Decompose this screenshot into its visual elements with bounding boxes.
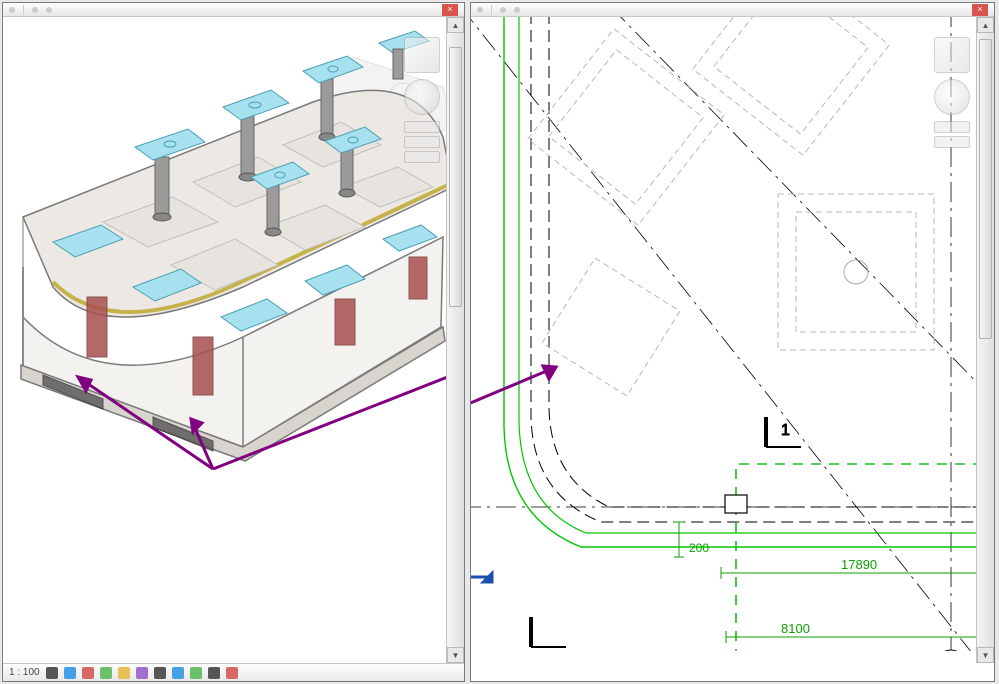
vertical-scrollbar[interactable]: ▲ ▼ [446,17,464,663]
tab-indicator [477,7,483,13]
icon[interactable] [190,667,202,679]
view-status-bar-left: 1 : 100 [3,663,464,681]
tab-indicator [9,7,15,13]
vertical-scrollbar[interactable]: ▲ ▼ [976,17,994,663]
nav-button[interactable] [404,151,440,163]
icon[interactable] [154,667,166,679]
reveal-icon[interactable] [136,667,148,679]
separator [491,5,492,15]
nav-button[interactable] [404,121,440,133]
iso-svg [3,17,463,647]
tab-indicator [514,7,520,13]
scroll-thumb[interactable] [979,39,992,339]
scroll-down-button[interactable]: ▼ [977,647,994,663]
close-view-button[interactable]: × [972,4,988,16]
close-view-button[interactable]: × [442,4,458,16]
view-tab-bar-left: × [3,3,464,17]
scroll-thumb[interactable] [449,47,462,307]
icon[interactable] [226,667,238,679]
scroll-down-button[interactable]: ▼ [447,647,464,663]
plan-drawing: 1 [471,17,981,651]
viewport-3d[interactable]: × [2,2,465,682]
render-icon[interactable] [82,667,94,679]
view-controls-3d[interactable] [404,37,442,197]
dimensions [674,522,981,643]
elevation-marker [471,571,493,583]
separator [23,5,24,15]
canvas-3d[interactable] [3,17,464,651]
section-label: 1 [781,422,790,439]
footings-plan [528,17,934,396]
sun-icon[interactable] [118,667,130,679]
plan-svg: 1 [471,17,981,651]
tab-indicator [46,7,52,13]
view-cube-icon[interactable] [934,37,970,73]
nav-button[interactable] [934,136,970,148]
steering-wheel-icon[interactable] [404,79,440,115]
annotation-arrow-end [471,366,556,407]
nav-button[interactable] [404,136,440,148]
dim-8100-text: 8100 [781,621,810,636]
dim-200-text: 200 [689,541,709,555]
grid-bubble-2 [936,650,966,651]
tab-indicator [500,7,506,13]
viewport-plan[interactable]: × [470,2,995,682]
section-tail [531,617,566,647]
view-controls-plan[interactable] [934,37,972,197]
nav-button[interactable] [934,121,970,133]
iso-model [3,17,463,647]
dim-17890-text: 17890 [841,557,877,572]
scroll-up-button[interactable]: ▲ [447,17,464,33]
shadows-icon[interactable] [64,667,76,679]
section-head-1: 1 [766,417,801,447]
canvas-plan[interactable]: 1 [471,17,994,651]
icon[interactable] [172,667,184,679]
scale-label[interactable]: 1 : 100 [9,667,40,678]
view-tab-bar-right: × [471,3,994,17]
icon[interactable] [208,667,220,679]
steering-wheel-icon[interactable] [934,79,970,115]
model-graphics-icon[interactable] [46,667,58,679]
crop-icon[interactable] [100,667,112,679]
view-cube-icon[interactable] [404,37,440,73]
scroll-up-button[interactable]: ▲ [977,17,994,33]
tab-indicator [32,7,38,13]
